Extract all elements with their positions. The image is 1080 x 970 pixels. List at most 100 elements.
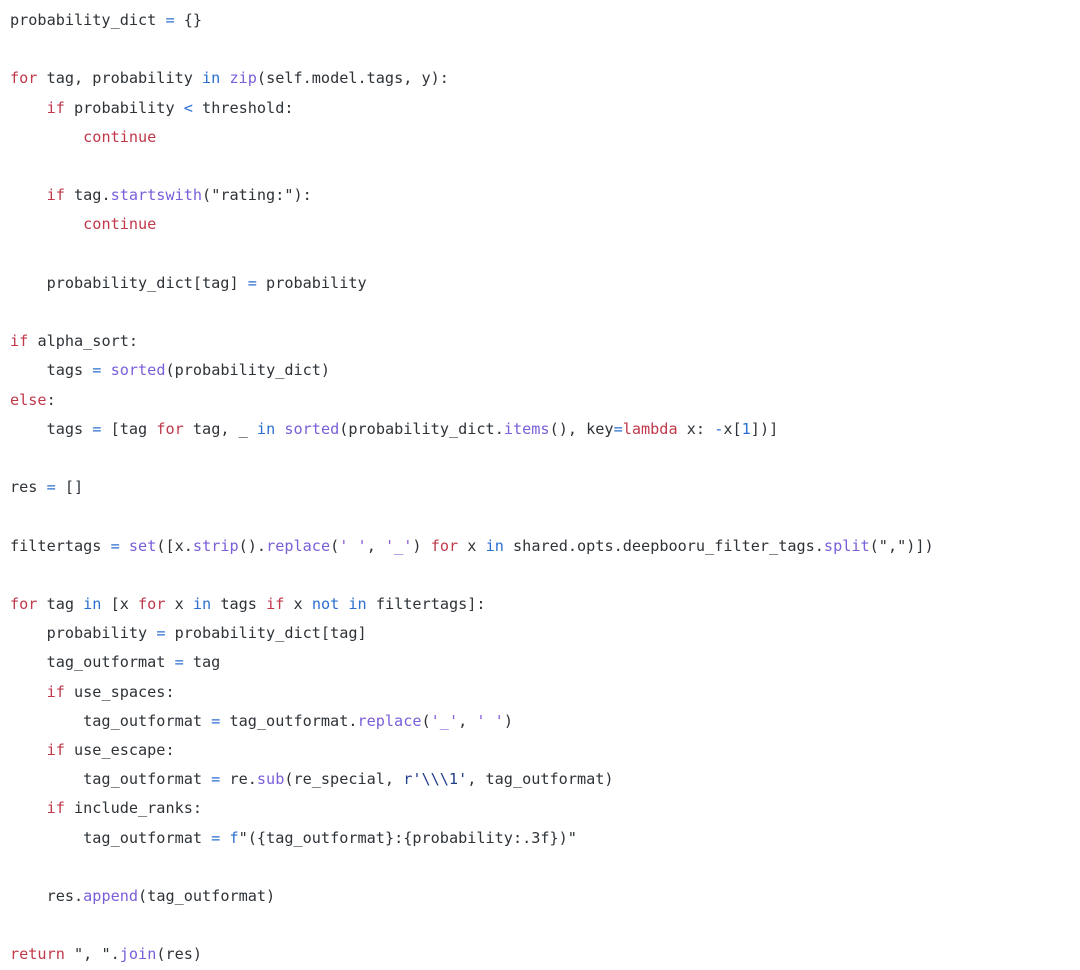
code-token-builtin: sorted [110, 361, 166, 380]
code-line: probability_dict = {} [10, 6, 1080, 35]
code-token-plain: ): [293, 186, 312, 205]
code-token-in: in [192, 594, 212, 613]
code-token-plain: , tag_outformat) [467, 770, 614, 789]
code-line: if use_spaces: [10, 678, 1080, 707]
code-line: return ", ".join(res) [10, 940, 1080, 969]
code-line: if probability < threshold: [10, 94, 1080, 123]
code-token-builtin: set [128, 536, 157, 555]
code-token-kw: if [46, 740, 65, 759]
code-token-kw: for [156, 419, 184, 438]
code-token-op: = [211, 828, 221, 847]
code-token-kw: if [46, 98, 65, 117]
code-token-plain: tag. [64, 186, 111, 205]
code-token-plain: probability_dict[tag] [165, 624, 367, 643]
code-token-op: = [110, 536, 120, 555]
code-token-plain: shared.opts.deepbooru_filter_tags. [503, 536, 824, 555]
code-token-str: "({tag_outformat}:{probability:.3f})" [238, 828, 577, 847]
code-token-plain: tag_outformat [10, 770, 212, 789]
code-token-plain: [tag [101, 419, 157, 438]
code-token-kw: lambda [622, 419, 678, 438]
code-token-plain: [] [55, 478, 84, 497]
code-token-strv: '_' [430, 711, 459, 730]
code-token-plain: alpha_sort: [28, 332, 139, 351]
code-token-kw: for [10, 594, 38, 613]
code-line: if alpha_sort: [10, 327, 1080, 356]
code-token-str: "rating:" [211, 186, 294, 205]
code-line: if tag.startswith("rating:"): [10, 181, 1080, 210]
code-token-op: - [714, 419, 724, 438]
code-editor-content[interactable]: probability_dict = {} for tag, probabili… [0, 0, 1080, 970]
code-token-plain: x [284, 594, 312, 613]
code-token-kw: if [46, 186, 65, 205]
code-token-plain: tag_outformat [10, 653, 175, 672]
code-token-plain: [x [101, 594, 139, 613]
code-token-fn: strip [192, 536, 239, 555]
code-token-plain: : [46, 390, 56, 409]
code-line: probability = probability_dict[tag] [10, 619, 1080, 648]
code-token-in: in [485, 536, 504, 555]
code-token-plain: ( [202, 186, 212, 205]
code-token-in: in [348, 594, 367, 613]
code-token-kw: if [266, 594, 285, 613]
code-token-fn: startswith [110, 186, 203, 205]
code-line: res.append(tag_outformat) [10, 882, 1080, 911]
code-token-kw: for [138, 594, 166, 613]
code-token-kw: for [430, 536, 459, 555]
code-token-kw: return [10, 945, 65, 964]
code-token-plain: {} [174, 11, 203, 29]
code-token-plain: )]) [906, 536, 934, 555]
code-token-plain: filtertags [10, 536, 111, 555]
code-line: tags = sorted(probability_dict) [10, 356, 1080, 385]
code-token-fn: append [83, 886, 139, 905]
code-token-plain: tag, probability [37, 69, 203, 88]
code-line: else: [10, 386, 1080, 415]
code-token-fn: sub [256, 770, 285, 789]
code-token-plain: . [110, 945, 120, 964]
code-token-op: = [247, 273, 257, 292]
code-token-strv: ' ' [476, 711, 504, 730]
code-token-plain: (res) [156, 945, 203, 964]
code-token-plain: tag_outformat [10, 711, 212, 730]
code-token-plain: x: [677, 419, 715, 438]
code-token-plain: ) [503, 711, 513, 730]
code-token-in: in [83, 594, 102, 613]
code-token-in: in [256, 419, 276, 438]
code-token-fn: replace [357, 711, 422, 730]
code-token-str: "," [878, 536, 907, 555]
code-token-op: = [211, 711, 221, 730]
code-token-plain: res [10, 478, 47, 497]
code-token-plain: (tag_outformat) [138, 886, 276, 905]
code-line: tag_outformat = re.sub(re_special, r'\\\… [10, 765, 1080, 794]
code-token-plain: tags [211, 594, 267, 613]
code-token-builtin: sorted [284, 419, 340, 438]
code-token-kw: continue [83, 127, 157, 146]
code-token-num: 1 [741, 419, 751, 438]
code-token-plain: ( [869, 536, 879, 555]
code-line: tag_outformat = f"({tag_outformat}:{prob… [10, 824, 1080, 853]
code-token-plain: probability_dict [10, 11, 166, 29]
code-token-plain: filtertags]: [366, 594, 486, 613]
code-token-plain: ])] [750, 419, 779, 438]
code-token-plain: , [458, 711, 477, 730]
code-token-fn: join [119, 945, 157, 964]
code-token-fn: replace [266, 536, 331, 555]
code-token-plain: tag_outformat. [220, 711, 358, 730]
code-token-plain: probability [10, 624, 157, 643]
code-token-in: in [202, 69, 221, 88]
code-token-plain: x [458, 536, 486, 555]
code-token-plain: tag [183, 653, 221, 672]
code-token-op: = [174, 653, 184, 672]
code-token-plain: (self.model.tags, y): [256, 69, 449, 88]
